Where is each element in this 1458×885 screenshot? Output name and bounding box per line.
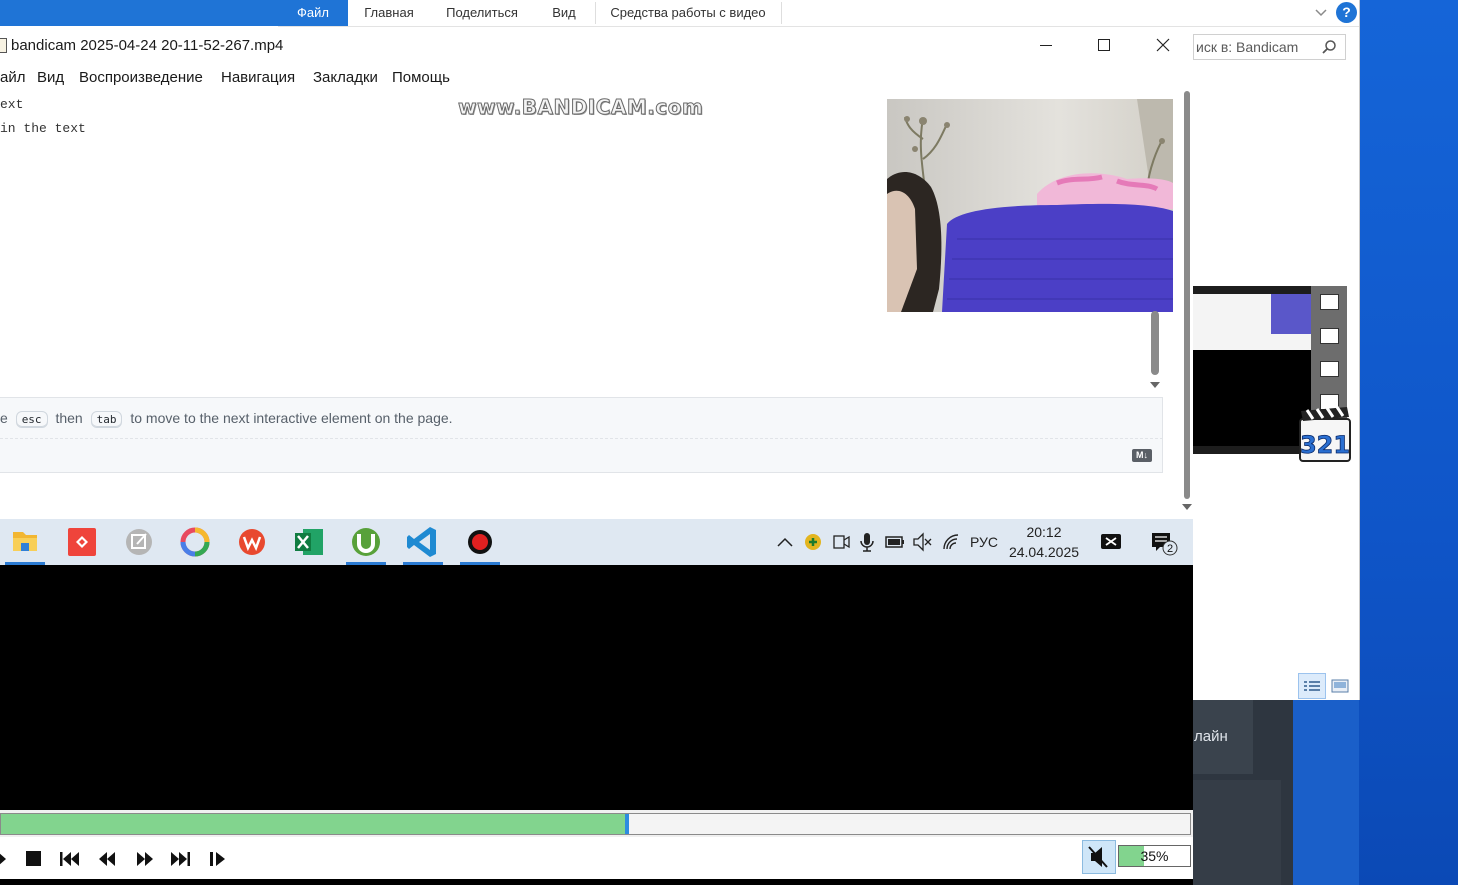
- taskbar-clock[interactable]: 20:12 24.04.2025: [1006, 522, 1082, 562]
- rewind-button[interactable]: [95, 847, 121, 871]
- help-icon[interactable]: ?: [1336, 2, 1357, 23]
- scroll-down-arrow-icon[interactable]: [1150, 381, 1160, 391]
- seek-bar-progress: [1, 814, 625, 834]
- details-view-icon[interactable]: [1298, 673, 1326, 699]
- menu-navigation[interactable]: Навигация: [221, 65, 295, 91]
- menu-view[interactable]: Вид: [37, 65, 64, 91]
- battery-tray-icon[interactable]: [883, 519, 907, 565]
- menu-help[interactable]: Помощь: [392, 65, 450, 91]
- ribbon-tab-video-tools[interactable]: Средства работы с видео: [603, 0, 773, 26]
- menu-bookmarks[interactable]: Закладки: [313, 65, 378, 91]
- chevron-down-icon[interactable]: [1312, 3, 1330, 21]
- volume-muted-tray-icon[interactable]: [910, 519, 934, 565]
- update-tray-icon[interactable]: [801, 519, 825, 565]
- clock-date: 24.04.2025: [1008, 544, 1080, 560]
- keyboard-hint: e esc then tab to move to the next inter…: [0, 410, 453, 428]
- mute-button[interactable]: [1082, 840, 1116, 874]
- badge-number: 321: [1300, 431, 1350, 459]
- wifi-tray-icon[interactable]: [939, 519, 963, 565]
- volume-slider[interactable]: 35%: [1118, 845, 1191, 867]
- utorrent-icon[interactable]: [342, 519, 390, 565]
- language-indicator[interactable]: РУС: [967, 519, 1001, 565]
- outer-scrollbar[interactable]: [1180, 91, 1193, 521]
- camera-tray-icon[interactable]: [829, 519, 853, 565]
- thumbnail-preview: [1193, 294, 1311, 350]
- hint-middle: then: [55, 410, 83, 426]
- anydesk-icon[interactable]: [58, 519, 106, 565]
- outer-scroll-thumb[interactable]: [1184, 91, 1190, 499]
- search-icon: [1321, 39, 1337, 55]
- code-line: ext: [0, 97, 24, 112]
- window-title: bandicam 2025-04-24 20-11-52-267.mp4: [11, 37, 284, 54]
- player-menu-bar: айл Вид Воспроизведение Навигация Заклад…: [0, 65, 1193, 91]
- ribbon-tab-share[interactable]: Поделиться: [434, 0, 530, 26]
- notification-count: 2: [1167, 543, 1173, 555]
- bandicam-record-icon[interactable]: [456, 519, 504, 565]
- file-explorer-icon[interactable]: [1, 519, 49, 565]
- ribbon-tab-file[interactable]: Файл: [278, 0, 348, 26]
- close-button[interactable]: [1134, 27, 1192, 65]
- background-card-secondary: [1193, 780, 1281, 885]
- maximize-button[interactable]: [1075, 27, 1133, 65]
- editor-hint-panel: e esc then tab to move to the next inter…: [0, 397, 1163, 473]
- ribbon-separator: [781, 2, 782, 24]
- volume-label: 35%: [1140, 848, 1169, 864]
- notifications-icon[interactable]: 2: [1148, 519, 1178, 565]
- explorer-ribbon: Файл Главная Поделиться Вид Средства раб…: [278, 0, 1359, 27]
- recorded-taskbar: РУС 20:12 24.04.2025 2: [0, 519, 1193, 565]
- background-app-panel: лайн: [1193, 700, 1293, 885]
- inner-scrollbar[interactable]: [1148, 91, 1162, 391]
- seek-handle[interactable]: [625, 814, 629, 834]
- clock-time: 20:12: [1026, 524, 1062, 540]
- thumbnail-black-area: [1193, 350, 1311, 446]
- explorer-search-input[interactable]: иск в: Bandicam: [1193, 34, 1346, 60]
- quick-settings-icon[interactable]: [1097, 519, 1125, 565]
- editor-app-icon[interactable]: [115, 519, 163, 565]
- previous-button[interactable]: [57, 847, 83, 871]
- vscode-icon[interactable]: [399, 519, 447, 565]
- menu-file[interactable]: айл: [0, 65, 25, 91]
- background-card[interactable]: лайн: [1193, 700, 1253, 774]
- explorer-title-strip: [0, 0, 278, 26]
- fast-forward-button[interactable]: [132, 847, 158, 871]
- excel-icon[interactable]: [285, 519, 333, 565]
- seek-bar[interactable]: [0, 813, 1191, 835]
- player-title-bar: bandicam 2025-04-24 20-11-52-267.mp4: [0, 27, 1193, 65]
- key-esc: esc: [15, 411, 48, 428]
- webcam-overlay: [887, 99, 1173, 312]
- thumbnail-view-icon[interactable]: [1330, 677, 1350, 695]
- video-frame[interactable]: ext in the text www.BANDICAM.com e esc t…: [0, 91, 1193, 565]
- playback-controls: 35%: [0, 837, 1193, 879]
- stop-button[interactable]: [21, 847, 47, 871]
- frame-step-button[interactable]: [206, 847, 232, 871]
- markdown-icon: M↓: [1132, 449, 1152, 462]
- code-line: in the text: [0, 121, 86, 136]
- next-button[interactable]: [168, 847, 194, 871]
- bandicam-watermark: www.BANDICAM.com: [457, 95, 704, 120]
- browser-icon[interactable]: [171, 519, 219, 565]
- ribbon-tab-home[interactable]: Главная: [352, 0, 426, 26]
- key-tab: tab: [90, 411, 123, 428]
- search-placeholder: иск в: Bandicam: [1196, 39, 1299, 55]
- video-black-area[interactable]: [0, 565, 1193, 810]
- scroll-down-arrow-icon[interactable]: [1182, 503, 1192, 513]
- file-icon: [0, 38, 7, 53]
- ribbon-separator: [595, 2, 596, 24]
- bottom-strip: [0, 879, 1193, 885]
- ribbon-tab-view[interactable]: Вид: [544, 0, 584, 26]
- media-player-window: bandicam 2025-04-24 20-11-52-267.mp4 айл…: [0, 27, 1193, 885]
- tray-expand-icon[interactable]: [774, 519, 796, 565]
- hint-suffix: to move to the next interactive element …: [130, 410, 453, 426]
- wps-office-icon[interactable]: [228, 519, 276, 565]
- microphone-tray-icon[interactable]: [856, 519, 878, 565]
- menu-playback[interactable]: Воспроизведение: [79, 65, 203, 91]
- inner-scroll-thumb[interactable]: [1151, 311, 1159, 375]
- mpc-player-badge-icon: 321: [1297, 405, 1353, 463]
- minimize-button[interactable]: [1017, 27, 1075, 65]
- play-button[interactable]: [0, 847, 20, 871]
- divider: [0, 438, 1163, 439]
- hint-prefix: e: [0, 410, 8, 426]
- desktop-background: [1359, 0, 1458, 885]
